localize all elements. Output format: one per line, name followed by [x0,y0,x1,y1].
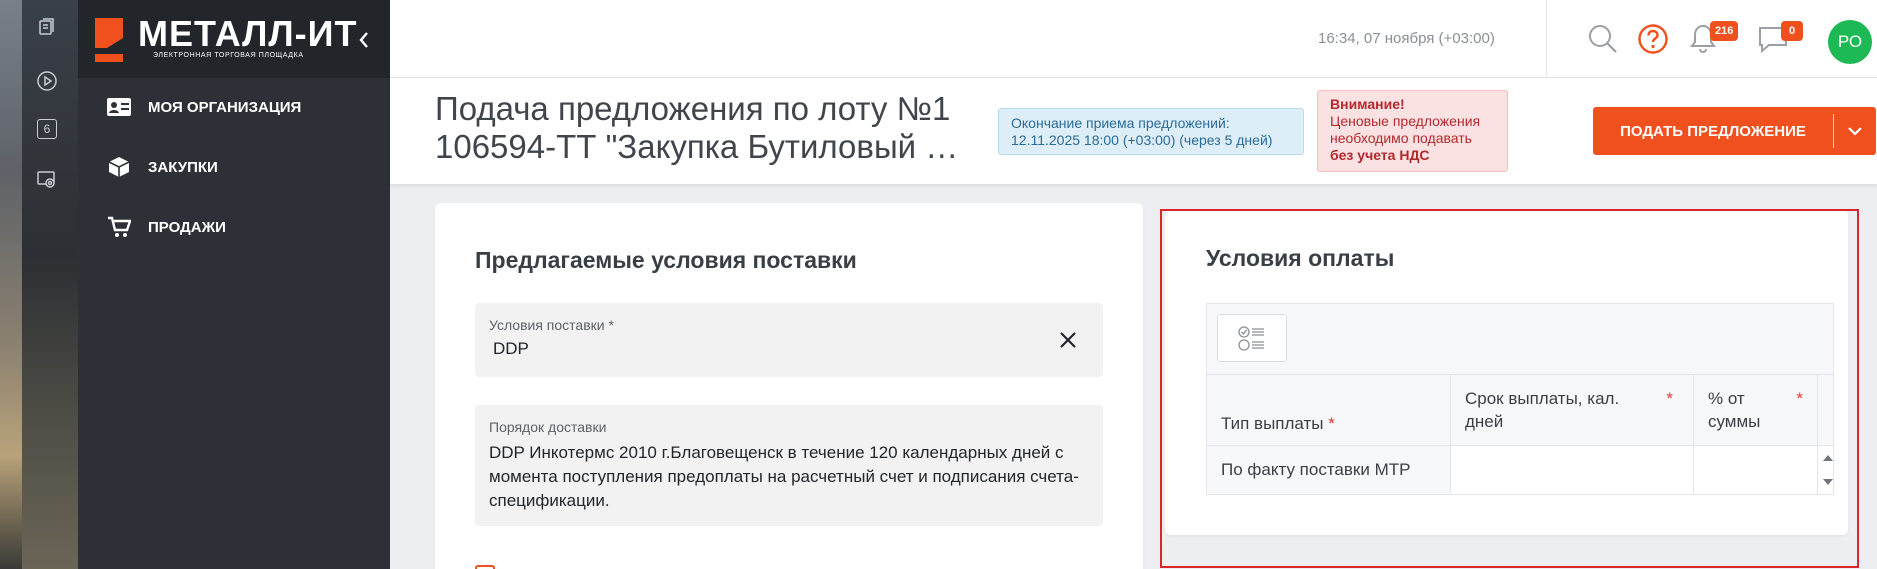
column-header-label: Тип выплаты [1221,414,1324,433]
screenshot-icon[interactable] [34,166,60,192]
page-title-line-1: Подача предложения по лоту №1 [435,90,951,127]
deadline-value: 12.11.2025 18:00 (+03:00) (через 5 дней) [1011,132,1273,148]
required-marker: * [1796,389,1803,408]
collapse-sidebar-button[interactable] [354,28,374,52]
sidebar-item-purchases[interactable]: ЗАКУПКИ [106,152,218,182]
warning-bold: без учета НДС [1330,147,1430,163]
column-header-term[interactable]: Срок выплаты, кал. дней * [1451,375,1694,445]
delivery-terms-value: DDP [493,339,529,358]
delivery-terms-field[interactable]: Условия поставки * DDP [475,303,1103,377]
column-header-spacer [1818,375,1833,445]
help-button[interactable] [1636,22,1670,56]
logo-tagline: ЭЛЕКТРОННАЯ ТОРГОВАЯ ПЛОЩАДКА [153,52,304,59]
help-icon [1638,24,1668,54]
column-header-label: % от суммы [1708,389,1761,431]
warning-title: Внимание! [1330,96,1405,112]
sidebar-item-sales[interactable]: ПРОДАЖИ [106,212,226,242]
sidebar-item-organization[interactable]: МОЯ ОРГАНИЗАЦИЯ [106,92,301,122]
user-avatar[interactable]: РО [1828,20,1872,64]
deadline-info: Окончание приема предложений: 12.11.2025… [998,108,1304,155]
payment-percent-cell[interactable] [1694,446,1833,494]
scroll-down-icon[interactable] [1822,478,1834,486]
submit-offer-label: ПОДАТЬ ПРЕДЛОЖЕНИЕ [1620,122,1806,140]
column-header-type[interactable]: Тип выплаты * [1207,375,1451,445]
delivery-order-value: DDP Инкотермс 2010 г.Благовещенск в тече… [489,443,1079,510]
payment-term-cell[interactable] [1451,446,1694,494]
top-header: 16:34, 07 ноября (+03:00) 216 0 РО [390,0,1877,78]
payment-type-cell: По факту поставки МТР [1207,446,1451,494]
delivery-order-label: Порядок доставки [489,419,607,435]
clear-delivery-terms-button[interactable] [1055,327,1081,353]
submit-options-dropdown[interactable] [1834,126,1876,136]
scroll-up-icon[interactable] [1822,454,1834,462]
header-divider [1546,0,1547,78]
counter-icon[interactable]: 6 [34,116,60,142]
sidebar-item-label: МОЯ ОРГАНИЗАЦИЯ [148,98,302,116]
id-card-icon [106,96,132,118]
select-rows-button[interactable] [1217,314,1287,362]
messages-badge: 0 [1781,21,1803,41]
vat-warning: Внимание! Ценовые предложения необходимо… [1317,90,1508,172]
required-marker: * [1666,389,1673,408]
payment-card-title: Условия оплаты [1206,245,1395,271]
required-marker: * [1328,414,1335,433]
sidebar-item-label: ПРОДАЖИ [148,218,226,236]
payment-table: Тип выплаты * Срок выплаты, кал. дней * … [1206,303,1834,495]
column-header-percent[interactable]: % от суммы * [1694,375,1818,445]
delivery-card-title: Предлагаемые условия поставки [475,247,857,273]
agreement-checkbox[interactable] [475,565,495,569]
sidebar: МЕТАЛЛ-ИТ ЭЛЕКТРОННАЯ ТОРГОВАЯ ПЛОЩАДКА … [78,0,390,569]
deadline-label: Окончание приема предложений: [1011,115,1230,131]
close-icon [1060,332,1076,348]
page-title: Подача предложения по лоту №1 106594-ТТ … [435,90,965,166]
delivery-order-field[interactable]: Порядок доставки DDP Инкотермс 2010 г.Бл… [475,405,1103,526]
sidebar-item-label: ЗАКУПКИ [148,158,218,176]
payment-table-toolbar [1207,304,1833,375]
warning-text: Ценовые предложения необходимо подавать [1330,113,1481,146]
table-scrollbar[interactable] [1819,446,1837,494]
delivery-conditions-card: Предлагаемые условия поставки Условия по… [435,203,1143,569]
page-title-line-2: 106594-ТТ "Закупка Бутиловый каучук" [435,128,965,165]
app-root: 6 МЕТАЛЛ-ИТ ЭЛЕКТРОННАЯ ТОРГОВАЯ ПЛОЩАДК… [0,0,1877,569]
current-time: 16:34, 07 ноября (+03:00) [1318,30,1495,47]
cart-icon [106,216,132,238]
table-row[interactable]: По факту поставки МТР [1207,446,1833,494]
search-button[interactable] [1586,22,1620,56]
column-header-label: Срок выплаты, кал. дней [1465,389,1620,431]
notifications-badge: 216 [1710,21,1739,41]
checklist-icon [1238,326,1264,351]
logo-bar: МЕТАЛЛ-ИТ ЭЛЕКТРОННАЯ ТОРГОВАЯ ПЛОЩАДКА [78,0,390,78]
chevron-down-icon [1848,127,1862,136]
payment-conditions-card: Условия оплаты Тип выплаты * Срок выплат… [1165,210,1848,535]
logo-mark-icon [95,18,123,62]
documents-icon[interactable] [34,14,60,40]
play-icon[interactable] [34,68,60,94]
delivery-terms-label: Условия поставки * [489,317,614,333]
logo-text[interactable]: МЕТАЛЛ-ИТ [138,14,358,54]
box-icon [106,156,132,178]
search-icon [1589,25,1617,53]
chevron-left-icon [359,32,368,48]
app-strip: 6 [0,0,78,569]
payment-table-header: Тип выплаты * Срок выплаты, кал. дней * … [1207,375,1833,446]
submit-offer-button[interactable]: ПОДАТЬ ПРЕДЛОЖЕНИЕ [1593,107,1876,155]
page-titlebar: Подача предложения по лоту №1 106594-ТТ … [390,78,1877,184]
